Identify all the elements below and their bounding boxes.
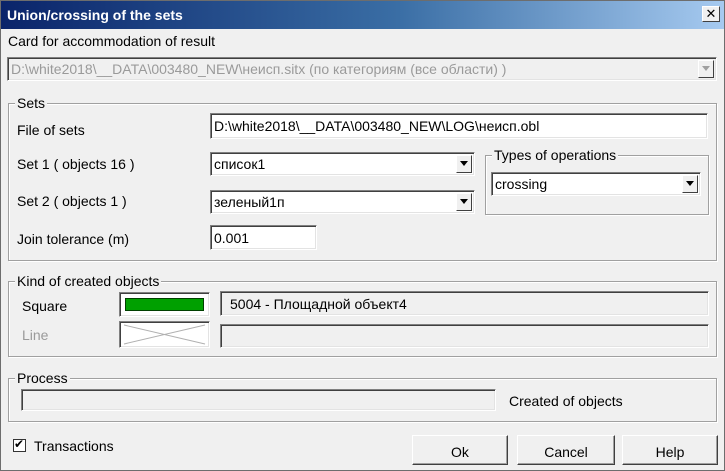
help-button[interactable]: Help: [622, 435, 718, 465]
set1-value: список1: [214, 156, 266, 172]
help-button-label: Help: [655, 444, 685, 460]
file-of-sets-label: File of sets: [17, 122, 85, 138]
square-color-fill: [126, 299, 203, 310]
square-label: Square: [22, 298, 68, 314]
square-object-desc: 5004 - Площадной объект4: [230, 296, 407, 312]
cancel-button[interactable]: Cancel: [517, 435, 615, 465]
square-style-button[interactable]: [119, 292, 210, 317]
file-of-sets-value: D:\white2018\__DATA\003480_NEW\LOG\неисп…: [214, 118, 540, 134]
ok-button[interactable]: Ok: [412, 435, 508, 465]
chevron-down-icon: [460, 199, 468, 204]
process-group-title: Process: [15, 370, 70, 386]
card-value: D:\white2018\__DATA\003480_NEW\неисп.sit…: [11, 61, 507, 77]
set2-value: зеленый1п: [214, 194, 285, 210]
line-disabled-cross-icon: [123, 324, 206, 345]
line-label: Line: [22, 327, 49, 343]
line-style-button[interactable]: [119, 321, 210, 348]
sets-group-title: Sets: [15, 95, 48, 111]
kind-group-title: Kind of created objects: [15, 273, 162, 289]
line-object-field: [220, 324, 709, 348]
file-of-sets-field[interactable]: D:\white2018\__DATA\003480_NEW\LOG\неисп…: [210, 113, 708, 139]
checkmark-icon: ✔: [14, 437, 25, 451]
ok-button-label: Ok: [451, 444, 469, 460]
chevron-down-icon: [702, 66, 710, 71]
tolerance-input[interactable]: 0.001: [210, 225, 317, 250]
close-button[interactable]: ✕: [702, 6, 720, 22]
square-object-field: 5004 - Площадной объект4: [220, 291, 709, 316]
union-crossing-dialog: Union/crossing of the sets ✕ Card for ac…: [0, 0, 725, 471]
tolerance-label: Join tolerance (m): [17, 231, 130, 247]
chevron-down-icon: [686, 181, 694, 186]
chevron-down-icon: [460, 161, 468, 166]
set2-dropdown-button[interactable]: [456, 193, 472, 211]
created-objects-label: Created of objects: [509, 393, 623, 409]
window-title: Union/crossing of the sets: [7, 7, 183, 23]
operation-combobox[interactable]: crossing: [491, 172, 701, 196]
operations-group-title: Types of operations: [492, 147, 619, 163]
set1-dropdown-button[interactable]: [456, 155, 472, 173]
cancel-button-label: Cancel: [544, 444, 588, 460]
set2-label: Set 2 ( objects 1 ): [17, 193, 127, 209]
transactions-label: Transactions: [34, 438, 114, 454]
set1-label: Set 1 ( objects 16 ): [17, 156, 135, 172]
tolerance-value: 0.001: [214, 230, 250, 246]
transactions-checkbox[interactable]: ✔: [13, 437, 26, 452]
operation-value: crossing: [495, 176, 548, 192]
close-icon: ✕: [705, 6, 717, 21]
title-bar: Union/crossing of the sets ✕: [1, 1, 724, 29]
set1-combobox[interactable]: список1: [210, 152, 475, 176]
progress-bar: [21, 389, 496, 411]
set2-combobox[interactable]: зеленый1п: [210, 190, 475, 214]
operation-dropdown-button[interactable]: [682, 175, 698, 193]
square-color-swatch: [125, 298, 204, 311]
card-combobox[interactable]: D:\white2018\__DATA\003480_NEW\неисп.sit…: [7, 57, 717, 81]
card-label: Card for accommodation of result: [8, 33, 215, 49]
card-dropdown-button[interactable]: [698, 60, 714, 78]
